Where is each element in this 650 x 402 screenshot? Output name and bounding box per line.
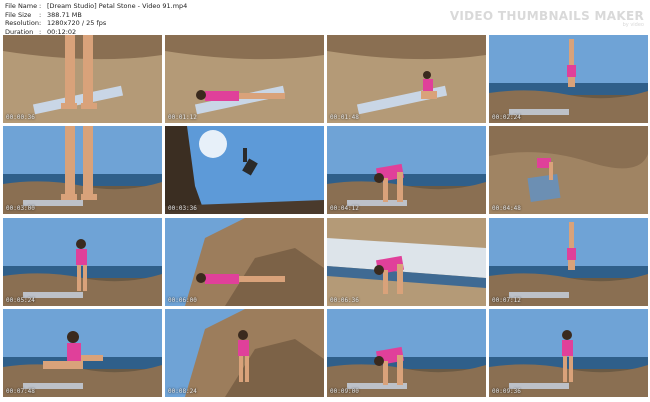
file-size-row: File Size:388.71 MB — [5, 11, 187, 20]
thumbnail-image — [489, 309, 648, 397]
thumbnail-image — [165, 218, 324, 306]
resolution-row: Resolution: 1280x720 / 25 fps — [5, 19, 187, 28]
thumbnail-image — [165, 309, 324, 397]
video-thumbnail: 00:07:48 — [3, 309, 162, 397]
thumbnail-timestamp: 00:03:36 — [168, 205, 197, 212]
thumbnail-image — [3, 35, 162, 123]
file-name-value: [Dream Studio] Petal Stone - Video 91.mp… — [47, 2, 188, 10]
video-thumbnail: 00:00:36 — [3, 35, 162, 123]
video-thumbnail: 00:01:12 — [165, 35, 324, 123]
thumbnail-image — [3, 218, 162, 306]
thumbnail-image — [489, 218, 648, 306]
thumbnail-image — [165, 35, 324, 123]
thumbnail-image — [165, 126, 324, 214]
file-name-row: File Name: [Dream Studio] Petal Stone - V… — [5, 2, 187, 11]
video-thumbnail: 00:08:24 — [165, 309, 324, 397]
thumbnail-timestamp: 00:07:48 — [6, 388, 35, 395]
thumbnail-timestamp: 00:04:48 — [492, 205, 521, 212]
thumbnail-image — [489, 126, 648, 214]
file-size-label: File Size — [5, 10, 32, 19]
thumbnail-timestamp: 00:00:36 — [6, 114, 35, 121]
thumbnail-timestamp: 00:05:24 — [6, 297, 35, 304]
video-thumbnail: 00:09:00 — [327, 309, 486, 397]
resolution-separator: : — [39, 19, 42, 28]
thumbnail-grid: 00:00:36 00:01:12 00:01:48 00:02:24 00:03:00… — [3, 35, 648, 399]
video-thumbnail: 00:01:48 — [327, 35, 486, 123]
video-thumbnail: 00:03:36 — [165, 126, 324, 214]
thumbnail-image — [3, 126, 162, 214]
file-size-value: 388.71 MB — [47, 10, 82, 19]
video-thumbnail: 00:04:12 — [327, 126, 486, 214]
thumbnail-image — [327, 218, 486, 306]
video-thumbnail: 00:02:24 — [489, 35, 648, 123]
file-size-separator: : — [39, 10, 42, 19]
video-thumbnail: 00:05:24 — [3, 218, 162, 306]
thumbnail-timestamp: 00:03:00 — [6, 205, 35, 212]
file-name-separator: : — [39, 2, 42, 10]
thumbnail-timestamp: 00:04:12 — [330, 205, 359, 212]
thumbnail-timestamp: 00:09:36 — [492, 388, 521, 395]
video-thumbnail: 00:06:00 — [165, 218, 324, 306]
thumbnail-timestamp: 00:06:36 — [330, 297, 359, 304]
thumbnail-image — [327, 126, 486, 214]
thumbnail-timestamp: 00:02:24 — [492, 114, 521, 121]
watermark-title: VIDEO THUMBNAILS MAKER — [449, 9, 644, 23]
thumbnail-timestamp: 00:08:24 — [168, 388, 197, 395]
thumbnail-image — [489, 35, 648, 123]
file-info-panel: File Name: [Dream Studio] Petal Stone - V… — [5, 2, 187, 36]
resolution-value: 1280x720 / 25 fps — [47, 19, 107, 28]
file-name-label: File Name — [5, 2, 38, 10]
watermark-logo: VIDEO THUMBNAILS MAKER by video — [450, 9, 644, 28]
video-thumbnail: 00:09:36 — [489, 309, 648, 397]
resolution-label: Resolution — [5, 19, 39, 28]
thumbnail-timestamp: 00:09:00 — [330, 388, 359, 395]
thumbnail-timestamp: 00:01:12 — [168, 114, 197, 121]
video-thumbnail: 00:04:48 — [489, 126, 648, 214]
video-thumbnail: 00:07:12 — [489, 218, 648, 306]
thumbnail-timestamp: 00:07:12 — [492, 297, 521, 304]
thumbnail-timestamp: 00:01:48 — [330, 114, 359, 121]
thumbnail-image — [3, 309, 162, 397]
video-thumbnail: 00:03:00 — [3, 126, 162, 214]
thumbnail-timestamp: 00:06:00 — [168, 297, 197, 304]
thumbnail-image — [327, 35, 486, 123]
video-thumbnail: 00:06:36 — [327, 218, 486, 306]
thumbnail-image — [327, 309, 486, 397]
